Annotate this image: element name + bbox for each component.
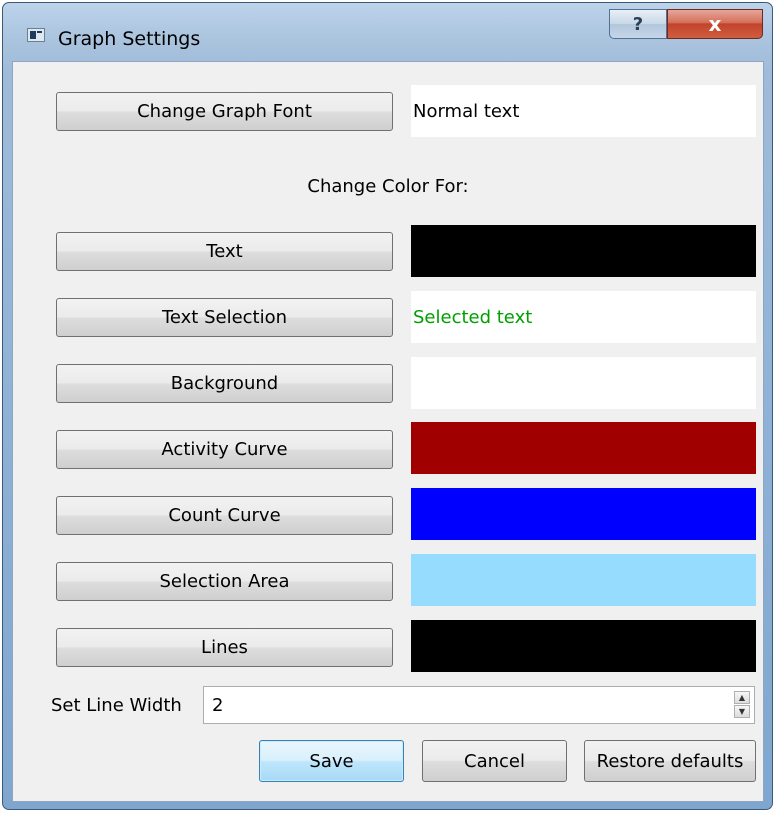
- dialog-content: Change Graph Font Normal text Change Col…: [12, 61, 764, 802]
- lines-color-swatch[interactable]: [411, 620, 756, 672]
- arrow-down-icon: ▼: [738, 707, 746, 716]
- line-width-spinbox[interactable]: 2 ▲ ▼: [203, 686, 755, 724]
- cancel-button[interactable]: Cancel: [422, 740, 567, 782]
- line-width-value[interactable]: 2: [212, 695, 223, 716]
- restore-defaults-button[interactable]: Restore defaults: [584, 740, 756, 782]
- spin-down-button[interactable]: ▼: [734, 705, 750, 718]
- text-selection-color-button[interactable]: Text Selection: [56, 298, 393, 337]
- save-button[interactable]: Save: [259, 740, 404, 782]
- count-curve-swatch[interactable]: [411, 488, 756, 540]
- background-color-button[interactable]: Background: [56, 364, 393, 403]
- text-color-swatch[interactable]: [411, 225, 756, 277]
- font-preview: Normal text: [411, 85, 756, 137]
- help-icon: ?: [632, 13, 644, 35]
- window-title: Graph Settings: [58, 28, 201, 50]
- activity-curve-swatch[interactable]: [411, 422, 756, 474]
- activity-curve-color-button[interactable]: Activity Curve: [56, 430, 393, 469]
- graph-settings-window: Graph Settings ? x Change Graph Font Nor…: [2, 2, 773, 810]
- spin-arrows: ▲ ▼: [734, 691, 750, 719]
- help-button[interactable]: ?: [609, 9, 667, 39]
- spin-up-button[interactable]: ▲: [734, 691, 750, 704]
- close-button[interactable]: x: [667, 9, 763, 39]
- selection-area-swatch[interactable]: [411, 554, 756, 606]
- close-icon: x: [708, 12, 722, 36]
- line-width-label: Set Line Width: [51, 695, 182, 716]
- window-app-icon: [27, 28, 45, 42]
- change-color-label: Change Color For:: [307, 176, 469, 197]
- count-curve-color-button[interactable]: Count Curve: [56, 496, 393, 535]
- title-bar[interactable]: Graph Settings ? x: [3, 3, 772, 61]
- arrow-up-icon: ▲: [738, 693, 746, 702]
- lines-color-button[interactable]: Lines: [56, 628, 393, 667]
- selection-area-color-button[interactable]: Selection Area: [56, 562, 393, 601]
- text-selection-swatch[interactable]: Selected text: [411, 291, 756, 343]
- text-color-button[interactable]: Text: [56, 232, 393, 271]
- change-graph-font-button[interactable]: Change Graph Font: [56, 92, 393, 131]
- background-color-swatch[interactable]: [411, 357, 756, 409]
